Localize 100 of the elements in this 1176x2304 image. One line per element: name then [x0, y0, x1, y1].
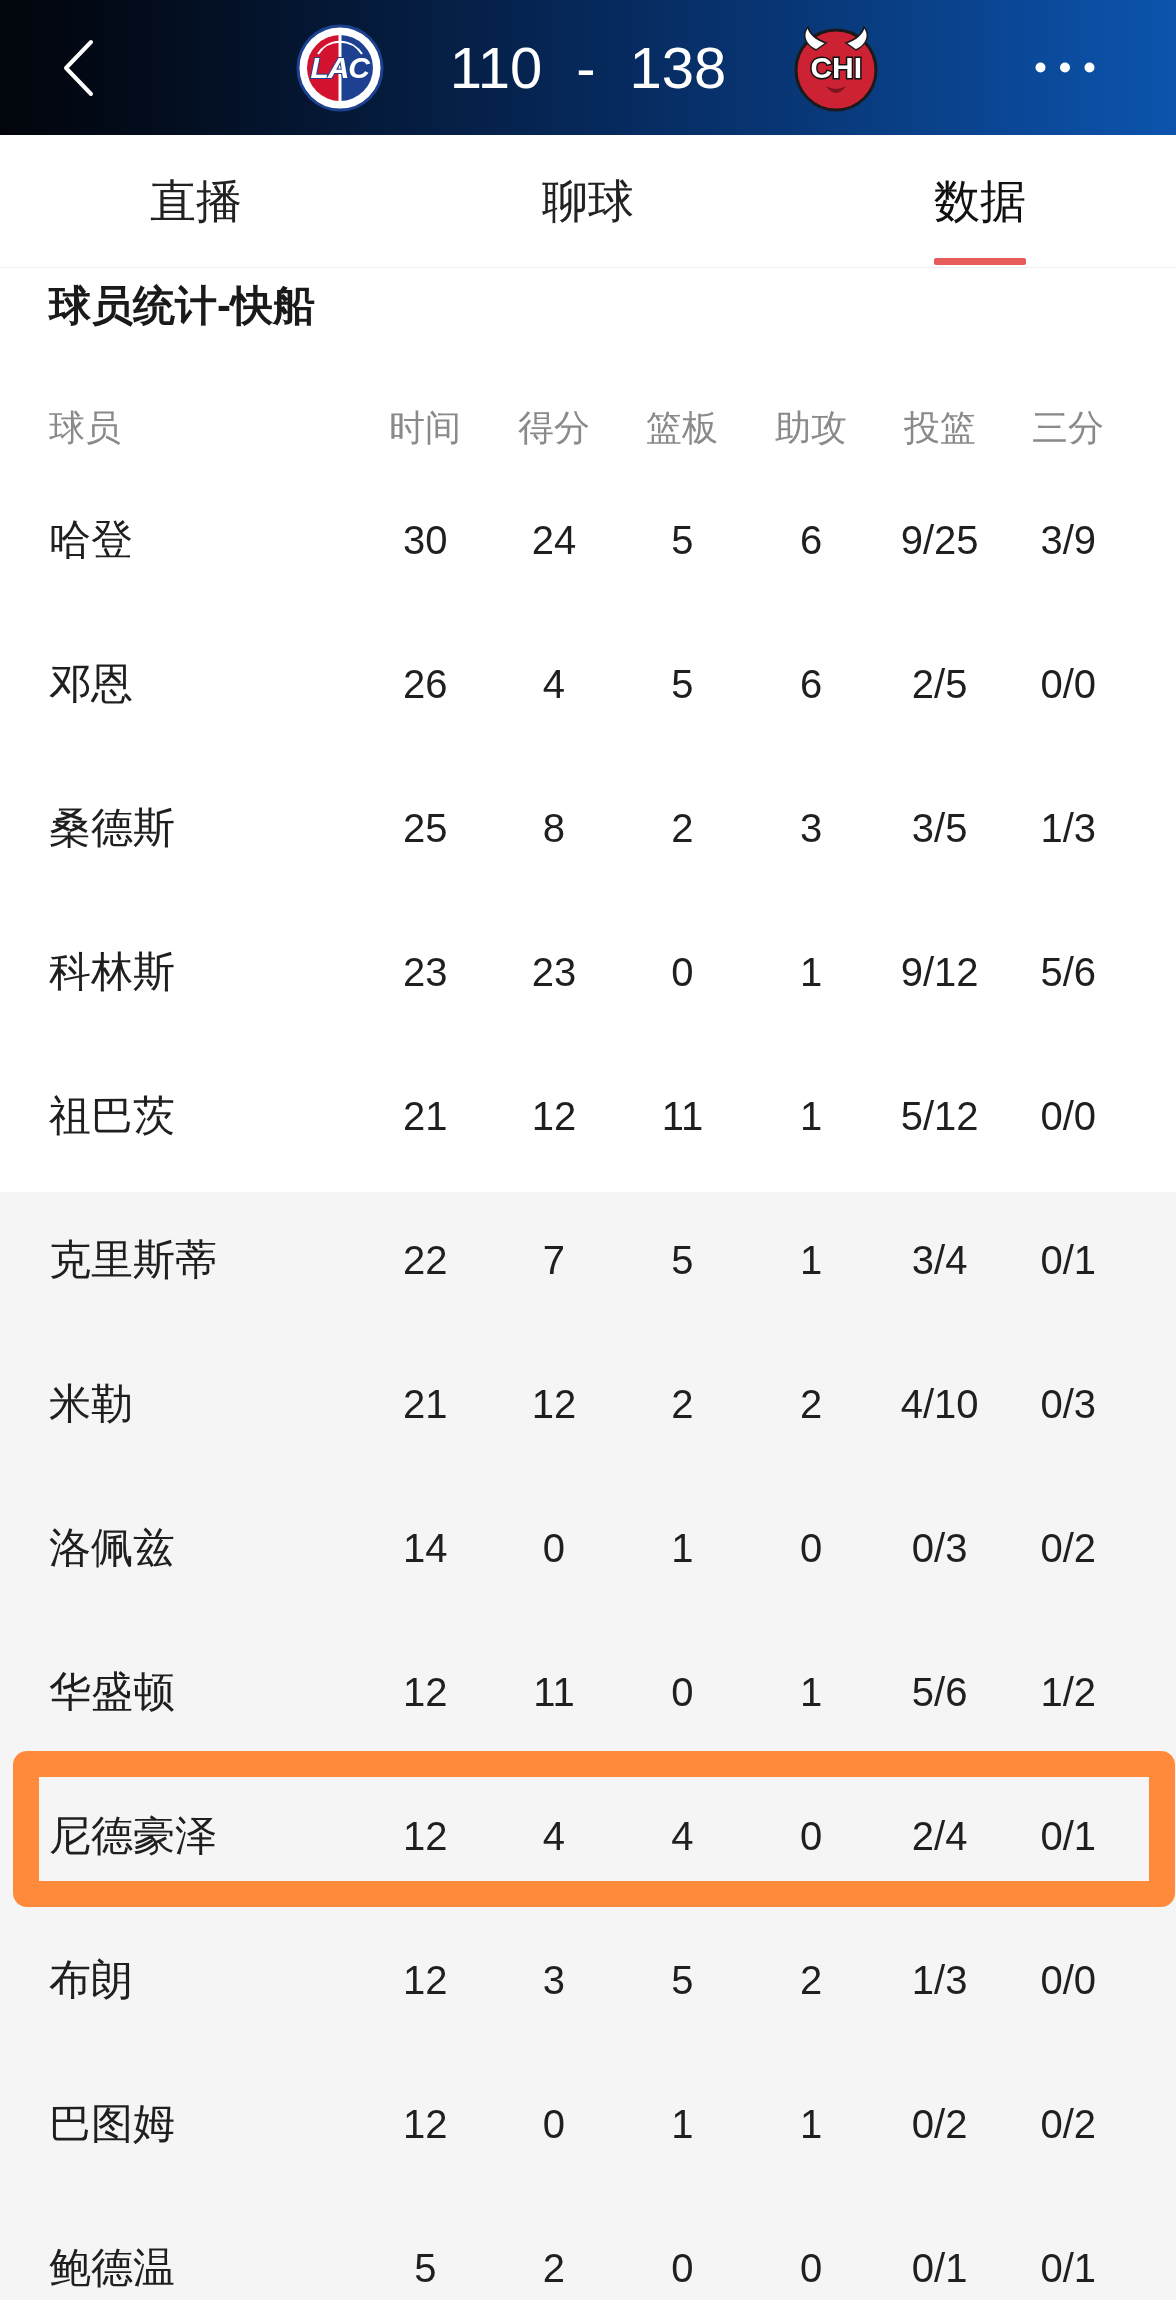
stat-value: 3 [542, 1958, 565, 2002]
column-header: 球员 [49, 406, 121, 448]
column-header: 三分 [1032, 410, 1105, 446]
stat-value: 4 [542, 662, 565, 706]
stat-value: 0/0 [1040, 1094, 1097, 1138]
player-name: 邓恩 [49, 660, 133, 707]
stat-value: 23 [531, 950, 577, 994]
stat-value: 0 [542, 1526, 565, 1570]
stat-value: 1/2 [1040, 1670, 1097, 1714]
stat-value: 0/1 [1040, 1238, 1097, 1282]
stat-value: 21 [403, 1382, 448, 1426]
player-name: 祖巴茨 [49, 1092, 175, 1139]
stat-value: 6 [799, 518, 823, 562]
stat-value: 0/2 [1040, 2102, 1097, 2146]
tab[interactable]: 聊球 [542, 135, 634, 267]
player-name: 巴图姆 [49, 2100, 175, 2147]
column-header: 时间 [389, 410, 462, 446]
score-separator: - [576, 38, 596, 97]
tab[interactable]: 数据 [934, 135, 1026, 267]
stat-value: 1/3 [911, 1958, 968, 2002]
stat-value: 5/6 [911, 1670, 968, 1714]
stat-value: 1 [799, 2102, 823, 2146]
player-name: 鲍德温 [49, 2244, 175, 2291]
player-name: 布朗 [49, 1956, 133, 2003]
stat-value: 25 [403, 806, 448, 850]
away-score: 138 [629, 38, 727, 97]
stat-value: 0 [671, 1670, 694, 1714]
back-icon [62, 38, 94, 97]
stat-value: 5 [414, 2246, 437, 2290]
stat-value: 5/12 [900, 1094, 979, 1138]
stat-value: 4/10 [900, 1382, 979, 1426]
stat-value: 2 [799, 1958, 823, 2002]
stat-value: 0 [671, 950, 694, 994]
stat-value: 11 [533, 1670, 575, 1714]
column-header: 得分 [517, 410, 590, 446]
player-name: 洛佩兹 [49, 1524, 175, 1571]
stat-value: 2 [799, 1382, 823, 1426]
stat-value: 0/0 [1040, 1958, 1097, 2002]
stat-value: 26 [403, 662, 448, 706]
column-header: 助攻 [775, 410, 848, 446]
stat-value: 0/1 [911, 2246, 968, 2290]
stat-value: 12 [403, 1958, 448, 2002]
stat-value: 12 [403, 1814, 448, 1858]
stat-value: 2/4 [911, 1814, 968, 1858]
team-logo: LAC [295, 23, 384, 112]
tab[interactable]: 直播 [150, 135, 242, 267]
player-name: 哈登 [49, 516, 133, 563]
stat-value: 2 [542, 2246, 565, 2290]
stat-value: 11 [661, 1094, 704, 1138]
stat-value: 3 [799, 806, 823, 850]
stat-value: 2 [671, 806, 694, 850]
stat-value: 1 [799, 1670, 823, 1714]
stat-value: 21 [403, 1094, 448, 1138]
stat-value: 1/3 [1040, 806, 1097, 850]
stat-value: 5 [671, 518, 694, 562]
stat-value: 2/5 [911, 662, 968, 706]
player-name: 华盛顿 [49, 1668, 175, 1715]
stat-value: 1 [671, 1526, 694, 1570]
stat-value: 24 [531, 518, 577, 562]
stat-value: 0 [542, 2102, 565, 2146]
stat-value: 5 [671, 662, 694, 706]
column-header: 篮板 [646, 410, 719, 446]
home-score: 110 [449, 38, 543, 97]
stat-value: 1 [799, 950, 823, 994]
stat-value: 3/9 [1040, 518, 1097, 562]
column-header: 投篮 [903, 410, 976, 446]
stat-value: 14 [403, 1526, 448, 1570]
stat-value: 0/1 [1040, 2246, 1097, 2290]
stat-value: 5/6 [1040, 950, 1097, 994]
stat-value: 0 [799, 1814, 823, 1858]
stat-value: 0/3 [1040, 1382, 1097, 1426]
stat-value: 0/2 [911, 2102, 968, 2146]
stat-value: 1 [671, 2102, 694, 2146]
stat-value: 7 [542, 1238, 565, 1282]
player-name: 尼德豪泽 [49, 1812, 217, 1859]
stat-value: 6 [799, 662, 823, 706]
stat-value: 4 [671, 1814, 694, 1858]
stat-value: 8 [542, 806, 565, 850]
stat-value: 0 [671, 2246, 694, 2290]
player-name: 科林斯 [49, 948, 175, 995]
stat-value: 9/25 [900, 518, 979, 562]
player-name: 米勒 [49, 1380, 133, 1427]
stat-value: 22 [403, 1238, 448, 1282]
section-title: 球员统计-快船 [49, 285, 315, 327]
stat-value: 0/2 [1040, 1526, 1097, 1570]
stat-value: 5 [671, 1958, 694, 2002]
stat-value: 3/5 [911, 806, 968, 850]
stat-value: 12 [531, 1382, 577, 1426]
stat-value: 0/0 [1040, 662, 1097, 706]
stat-value: 12 [403, 1670, 448, 1714]
stat-value: 3/4 [911, 1238, 968, 1282]
stat-value: 4 [542, 1814, 565, 1858]
stat-value: 0 [799, 2246, 823, 2290]
stat-value: 12 [403, 2102, 448, 2146]
stat-value: 5 [671, 1238, 694, 1282]
stat-value: 0/1 [1040, 1814, 1097, 1858]
stat-value: 23 [403, 950, 448, 994]
stat-value: 0/3 [911, 1526, 968, 1570]
stat-value: 12 [531, 1094, 577, 1138]
stat-value: 1 [799, 1094, 823, 1138]
